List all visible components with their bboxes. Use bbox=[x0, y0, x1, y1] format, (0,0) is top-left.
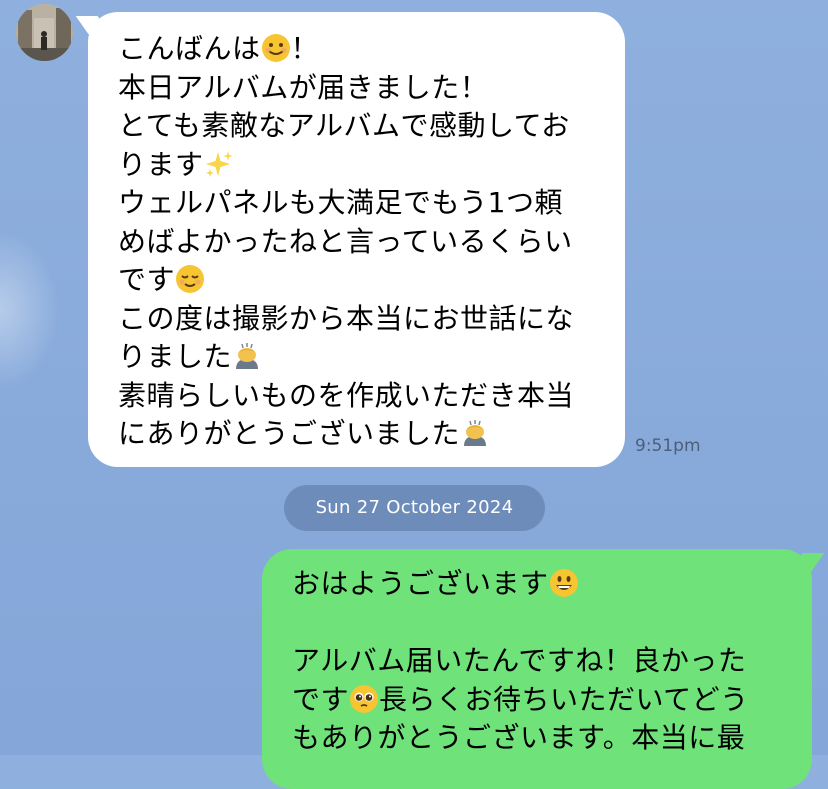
date-separator: Sun 27 October 2024 bbox=[284, 485, 545, 531]
message-line: とても素敵なアルバムで感動してお bbox=[118, 109, 570, 142]
message-line: 本日アルバムが届きました！ bbox=[118, 70, 489, 104]
outgoing-message-bubble[interactable]: おはようございます アルバム届いたんですね！良かった です 長らくお待ちいただいて… bbox=[262, 549, 812, 789]
message-line: ります bbox=[118, 146, 605, 185]
sender-avatar[interactable] bbox=[16, 4, 73, 61]
message-line: です bbox=[118, 261, 605, 300]
message-line: です 長らくお待ちいただいてどう bbox=[292, 682, 749, 716]
bowing-person-icon bbox=[236, 343, 259, 369]
message-line: りました bbox=[118, 338, 605, 377]
message-line: アルバム届いたんですね！良かった bbox=[292, 644, 747, 677]
incoming-message-bubble[interactable]: こんばんは！ 本日アルバムが届きました！ とても素敵なアルバムで感動してお りま… bbox=[88, 12, 625, 467]
pleading-face-icon bbox=[350, 684, 379, 713]
smiling-face-icon bbox=[261, 34, 290, 62]
message-line: この度は撮影から本当にお世話にな bbox=[118, 301, 575, 335]
background-cloud bbox=[0, 230, 60, 390]
message-line: 素晴らしいものを作成いただき本当 bbox=[118, 378, 575, 412]
bowing-person-icon bbox=[464, 420, 487, 446]
relieved-face-icon bbox=[176, 265, 205, 293]
message-line: ウェルパネルも大満足でもう1つ頼 bbox=[118, 186, 563, 219]
message-line: おはようございます bbox=[292, 565, 792, 604]
message-line: めばよかったねと言っているくらい bbox=[118, 224, 573, 258]
message-line bbox=[292, 604, 792, 643]
message-line: もありがとうございます。本当に最 bbox=[292, 721, 746, 754]
message-timestamp: 9:51pm bbox=[635, 436, 701, 456]
grinning-face-icon bbox=[549, 569, 578, 597]
message-line: こんばんは！ bbox=[118, 32, 320, 65]
message-line: にありがとうございました bbox=[118, 415, 605, 454]
sparkles-icon bbox=[205, 150, 233, 177]
